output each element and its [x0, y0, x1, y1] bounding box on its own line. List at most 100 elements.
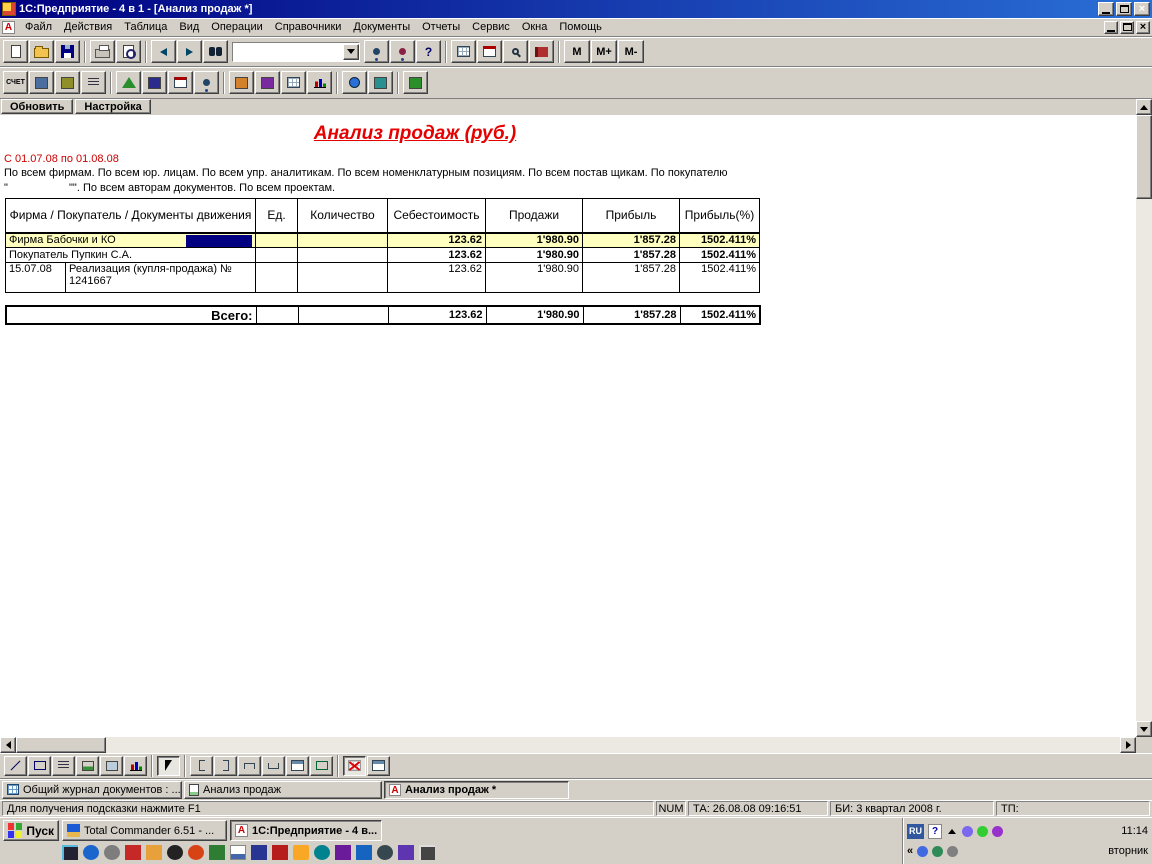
notebook-button[interactable]: [142, 71, 167, 94]
cell-unit[interactable]: [256, 248, 298, 263]
mdi-close-button[interactable]: ×: [1136, 21, 1150, 34]
header-unit[interactable]: Ед.: [256, 199, 298, 233]
total-qty[interactable]: [298, 306, 388, 324]
section-right-button[interactable]: [214, 756, 237, 776]
cell-sales[interactable]: 1'980.90: [486, 263, 583, 293]
help-button[interactable]: ?: [416, 40, 441, 63]
catalog-button[interactable]: [168, 71, 193, 94]
cell-sales[interactable]: 1'980.90: [486, 233, 583, 248]
window-tab-journal[interactable]: Общий журнал документов : ...: [2, 781, 182, 799]
quicklaunch-icon-18[interactable]: [419, 845, 435, 860]
tray-icon-4[interactable]: [917, 846, 928, 857]
cell-cost[interactable]: 123.62: [388, 233, 486, 248]
total-unit[interactable]: [256, 306, 298, 324]
pyramid-button[interactable]: [116, 71, 141, 94]
mdi-minimize-button[interactable]: [1104, 21, 1118, 34]
cell-date[interactable]: 15.07.08: [6, 263, 66, 293]
cell-profit-pct[interactable]: 1502.411%: [680, 248, 760, 263]
quicklaunch-opera-icon[interactable]: [188, 845, 204, 860]
header-sales[interactable]: Продажи: [486, 199, 583, 233]
vertical-scroll-track[interactable]: [1136, 199, 1152, 721]
section-bottom-button[interactable]: [262, 756, 285, 776]
cell-unit[interactable]: [256, 263, 298, 293]
header-profit[interactable]: Прибыль: [583, 199, 680, 233]
line-tool-button[interactable]: [4, 756, 27, 776]
minimize-button[interactable]: [1098, 2, 1114, 16]
chart-button[interactable]: [307, 71, 332, 94]
redo-button[interactable]: [177, 40, 202, 63]
quick-select-combo[interactable]: [232, 42, 360, 62]
menu-documents[interactable]: Документы: [347, 19, 416, 35]
language-indicator[interactable]: RU: [907, 824, 924, 839]
quicklaunch-1c-icon[interactable]: [272, 845, 288, 860]
section-left-button[interactable]: [190, 756, 213, 776]
diagram-button[interactable]: [124, 756, 147, 776]
calendar-button[interactable]: [477, 40, 502, 63]
headers-area-button[interactable]: [286, 756, 309, 776]
find-button[interactable]: [203, 40, 228, 63]
wand-button[interactable]: [229, 71, 254, 94]
menu-reports[interactable]: Отчеты: [416, 19, 466, 35]
questionnaire-button[interactable]: [29, 71, 54, 94]
assistant-button[interactable]: [255, 71, 280, 94]
menu-view[interactable]: Вид: [173, 19, 205, 35]
cell-profit[interactable]: 1'857.28: [583, 263, 680, 293]
total-cost[interactable]: 123.62: [388, 306, 486, 324]
quicklaunch-icon-13[interactable]: [314, 845, 330, 860]
monitor-button[interactable]: [368, 71, 393, 94]
new-document-button[interactable]: [3, 40, 28, 63]
horizontal-scroll-thumb[interactable]: [16, 737, 106, 753]
show-headers-toggle-button[interactable]: [367, 756, 390, 776]
section-top-button[interactable]: [238, 756, 261, 776]
total-profit[interactable]: 1'857.28: [583, 306, 680, 324]
quicklaunch-icon-3[interactable]: [104, 845, 120, 860]
quicklaunch-browser-icon[interactable]: [83, 845, 99, 860]
menu-operations[interactable]: Операции: [205, 19, 268, 35]
cell-qty[interactable]: [298, 233, 388, 248]
tray-chevron-button[interactable]: [946, 824, 958, 839]
rectangle-tool-button[interactable]: [28, 756, 51, 776]
menu-service[interactable]: Сервис: [466, 19, 516, 35]
tray-help-icon[interactable]: ?: [928, 824, 942, 839]
ole-object-button[interactable]: [100, 756, 123, 776]
total-label[interactable]: Всего:: [6, 306, 256, 324]
window-tab-report-active[interactable]: A Анализ продаж *: [384, 781, 569, 799]
pointer-tool-button[interactable]: [157, 756, 180, 776]
menu-catalogs[interactable]: Справочники: [269, 19, 348, 35]
find-next-button[interactable]: [364, 40, 389, 63]
cell-profit[interactable]: 1'857.28: [583, 248, 680, 263]
task-button-1c[interactable]: A 1С:Предприятие - 4 в...: [230, 820, 382, 841]
users-button[interactable]: [194, 71, 219, 94]
scroll-down-button[interactable]: [1136, 721, 1152, 737]
menu-file[interactable]: Файл: [19, 19, 58, 35]
task-button-total-commander[interactable]: Total Commander 6.51 - ...: [62, 820, 227, 841]
view-only-toggle-button[interactable]: [343, 756, 366, 776]
save-button[interactable]: [55, 40, 80, 63]
horizontal-scroll-track[interactable]: [106, 737, 1120, 753]
cell-unit[interactable]: [256, 233, 298, 248]
exchange-button[interactable]: [403, 71, 428, 94]
cell-group[interactable]: Покупатель Пупкин С.А.: [6, 248, 256, 263]
start-button[interactable]: Пуск: [3, 820, 59, 841]
quicklaunch-icon-6[interactable]: [167, 845, 183, 860]
invoice-button[interactable]: СЧЕТ: [3, 71, 28, 94]
tray-collapse-button[interactable]: «: [907, 845, 913, 857]
quicklaunch-mail-icon[interactable]: [230, 845, 246, 860]
refresh-button[interactable]: Обновить: [1, 99, 73, 114]
print-preview-button[interactable]: [116, 40, 141, 63]
cell-cost[interactable]: 123.62: [388, 263, 486, 293]
report-document-icon[interactable]: A: [2, 21, 15, 34]
scroll-left-button[interactable]: [0, 737, 16, 753]
cell-profit[interactable]: 1'857.28: [583, 233, 680, 248]
guidebook-button[interactable]: [529, 40, 554, 63]
print-button[interactable]: [90, 40, 115, 63]
quicklaunch-icon-16[interactable]: [377, 845, 393, 860]
filter-button[interactable]: [390, 40, 415, 63]
list-button[interactable]: [81, 71, 106, 94]
cell-qty[interactable]: [298, 248, 388, 263]
mdi-restore-button[interactable]: [1120, 21, 1134, 34]
clock-time[interactable]: 11:14: [1090, 825, 1148, 838]
cell-document[interactable]: Реализация (купля-продажа) № 1241667: [66, 263, 256, 293]
header-cost[interactable]: Себестоимость: [388, 199, 486, 233]
cell-qty[interactable]: [298, 263, 388, 293]
